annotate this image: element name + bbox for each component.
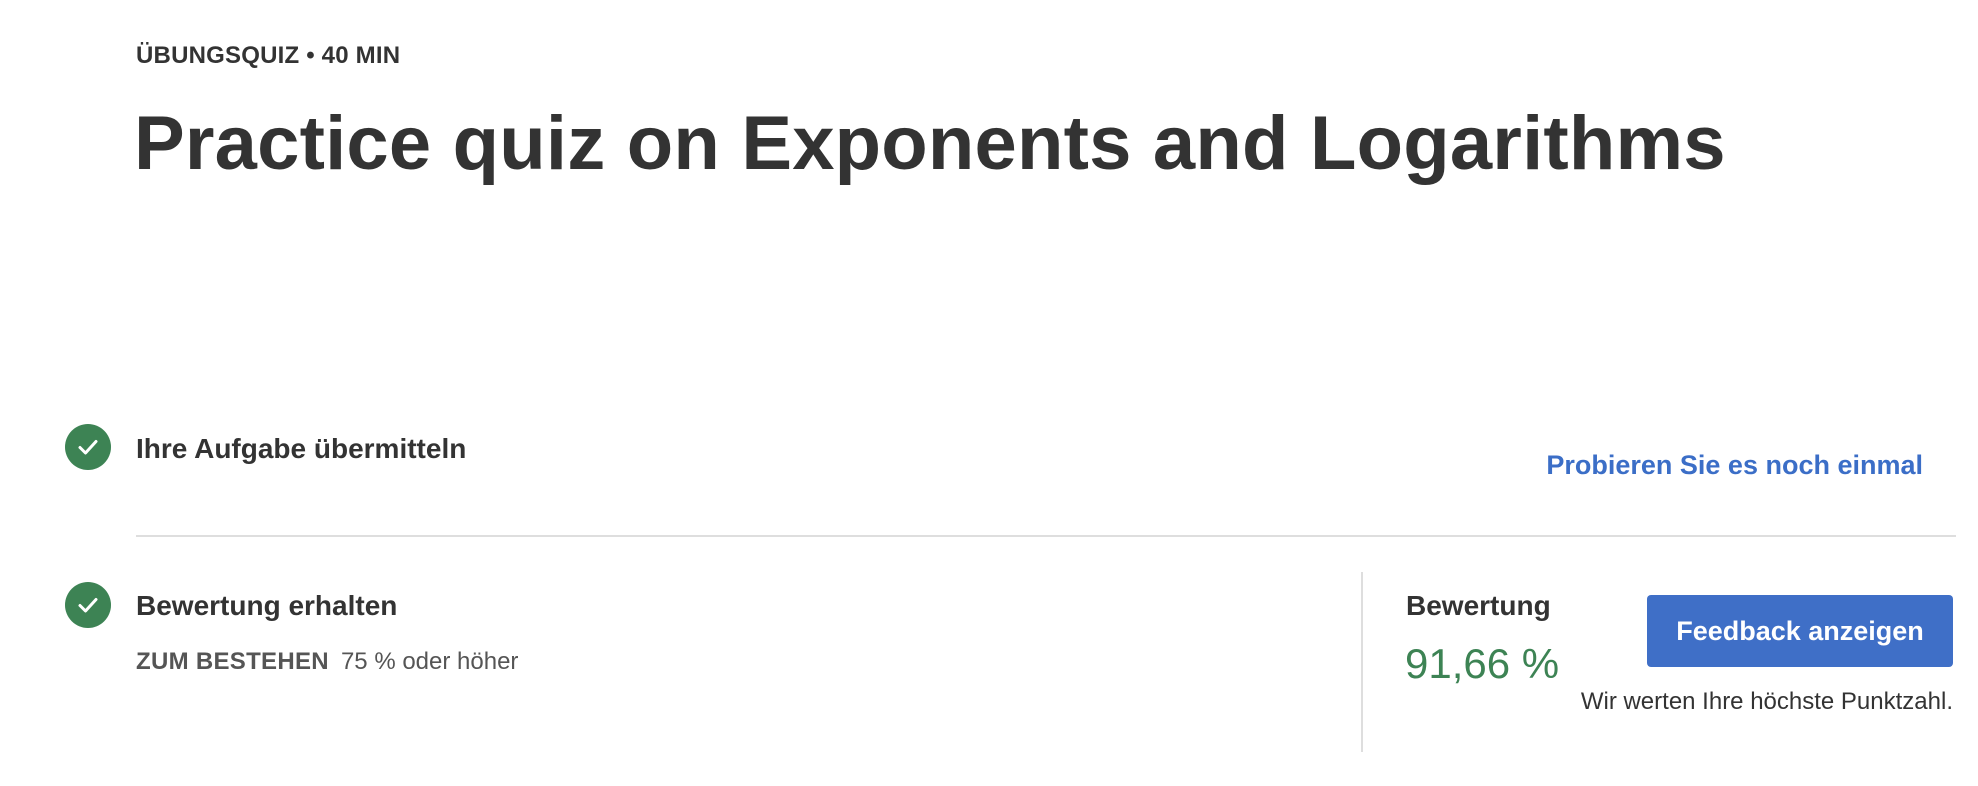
- grade-divider: [1361, 572, 1363, 752]
- check-icon: [65, 424, 111, 470]
- feedback-button[interactable]: Feedback anzeigen: [1647, 595, 1953, 667]
- step-grade-title: Bewertung erhalten: [136, 590, 398, 621]
- grade-value: 91,66 %: [1405, 640, 1560, 687]
- retry-link[interactable]: Probieren Sie es noch einmal: [1546, 450, 1923, 481]
- step-submit-title: Ihre Aufgabe übermitteln: [136, 433, 467, 464]
- passing-requirement-value: 75 % oder höher: [340, 648, 519, 675]
- highest-score-note: Wir werten Ihre höchste Punktzahl.: [1580, 688, 1953, 715]
- passing-requirement-label: ZUM BESTEHEN: [136, 648, 329, 675]
- section-divider: [136, 535, 1956, 537]
- grade-label: Bewertung: [1406, 590, 1551, 621]
- check-icon: [65, 582, 111, 628]
- page-title: Practice quiz on Exponents and Logarithm…: [134, 101, 1726, 186]
- page-eyebrow: ÜBUNGSQUIZ • 40 MIN: [136, 42, 401, 69]
- passing-requirement: ZUM BESTEHEN 75 % oder höher: [136, 648, 518, 676]
